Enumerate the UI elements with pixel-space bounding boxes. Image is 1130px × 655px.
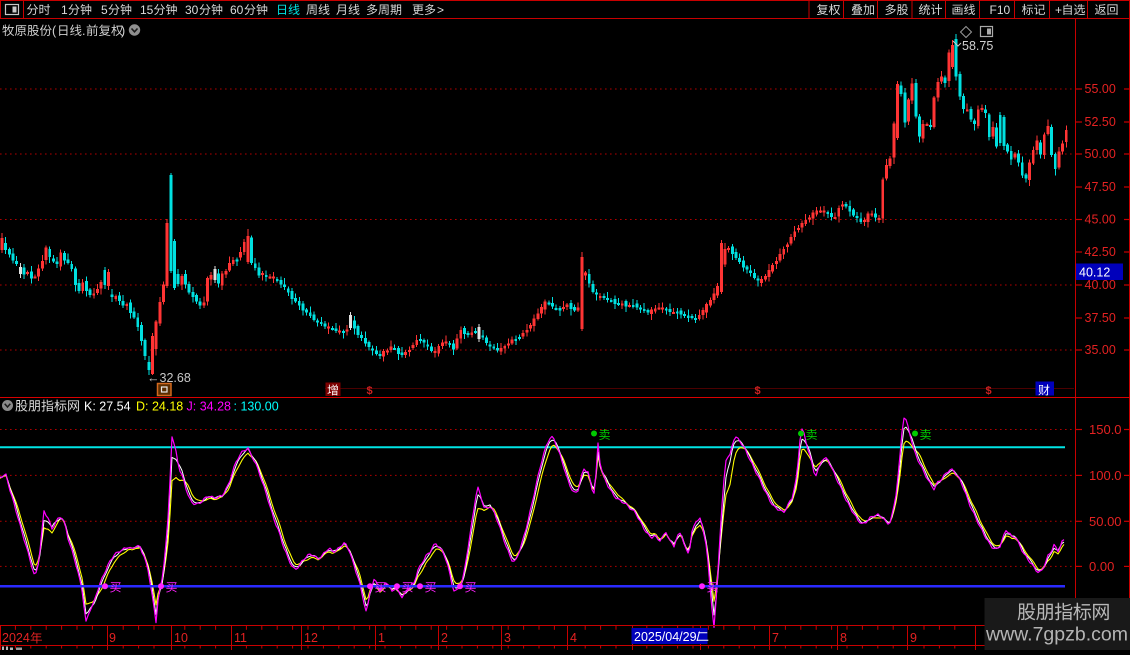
svg-text:K: 27.54: K: 27.54 bbox=[84, 400, 131, 414]
svg-text:2024: 2024 bbox=[2, 631, 30, 645]
svg-text:: 130.00: : 130.00 bbox=[234, 400, 279, 414]
svg-text:+: + bbox=[1055, 3, 1062, 17]
svg-text:$: $ bbox=[367, 385, 373, 397]
svg-text:10: 10 bbox=[174, 631, 188, 645]
svg-text:2025/04/29/: 2025/04/29/ bbox=[634, 630, 701, 644]
svg-text:4: 4 bbox=[570, 631, 577, 645]
svg-text:150.0: 150.0 bbox=[1089, 422, 1122, 437]
svg-text:2: 2 bbox=[441, 631, 448, 645]
svg-text:$: $ bbox=[755, 385, 761, 397]
svg-text:55.00: 55.00 bbox=[1085, 82, 1116, 96]
svg-text:45.00: 45.00 bbox=[1085, 213, 1116, 227]
svg-text:7: 7 bbox=[772, 631, 779, 645]
svg-text:): ) bbox=[121, 24, 125, 38]
svg-text:42.50: 42.50 bbox=[1085, 245, 1116, 259]
svg-text:0.00: 0.00 bbox=[1089, 559, 1114, 574]
svg-text:100.0: 100.0 bbox=[1089, 468, 1122, 483]
svg-text:15: 15 bbox=[140, 3, 154, 17]
svg-text:40.12: 40.12 bbox=[1079, 266, 1110, 280]
svg-text:60: 60 bbox=[230, 3, 244, 17]
svg-text:35.00: 35.00 bbox=[1085, 343, 1116, 357]
svg-text:37.50: 37.50 bbox=[1085, 311, 1116, 325]
svg-text:D: 24.18: D: 24.18 bbox=[136, 400, 183, 414]
svg-text:www.7gpzb.com: www.7gpzb.com bbox=[985, 624, 1128, 646]
svg-text:3: 3 bbox=[504, 631, 511, 645]
svg-text:50.00: 50.00 bbox=[1089, 514, 1122, 529]
svg-text:>: > bbox=[437, 3, 444, 17]
svg-text:9: 9 bbox=[910, 631, 917, 645]
svg-text:52.50: 52.50 bbox=[1085, 115, 1116, 129]
svg-text:47.50: 47.50 bbox=[1085, 180, 1116, 194]
svg-text:40.00: 40.00 bbox=[1085, 278, 1116, 292]
svg-text:58.75: 58.75 bbox=[962, 39, 993, 53]
svg-text:5: 5 bbox=[101, 3, 108, 17]
svg-text:30: 30 bbox=[185, 3, 199, 17]
svg-text:1: 1 bbox=[61, 3, 68, 17]
svg-text:1: 1 bbox=[378, 631, 385, 645]
svg-text:12: 12 bbox=[304, 631, 318, 645]
svg-text:F10: F10 bbox=[990, 3, 1011, 17]
svg-text:J: 34.28: J: 34.28 bbox=[187, 400, 232, 414]
svg-text:$: $ bbox=[986, 385, 992, 397]
svg-text:50.00: 50.00 bbox=[1085, 147, 1116, 161]
svg-text:.: . bbox=[82, 24, 85, 38]
svg-text:11: 11 bbox=[234, 631, 247, 645]
svg-text:8: 8 bbox=[840, 631, 847, 645]
svg-text:9: 9 bbox=[109, 631, 116, 645]
